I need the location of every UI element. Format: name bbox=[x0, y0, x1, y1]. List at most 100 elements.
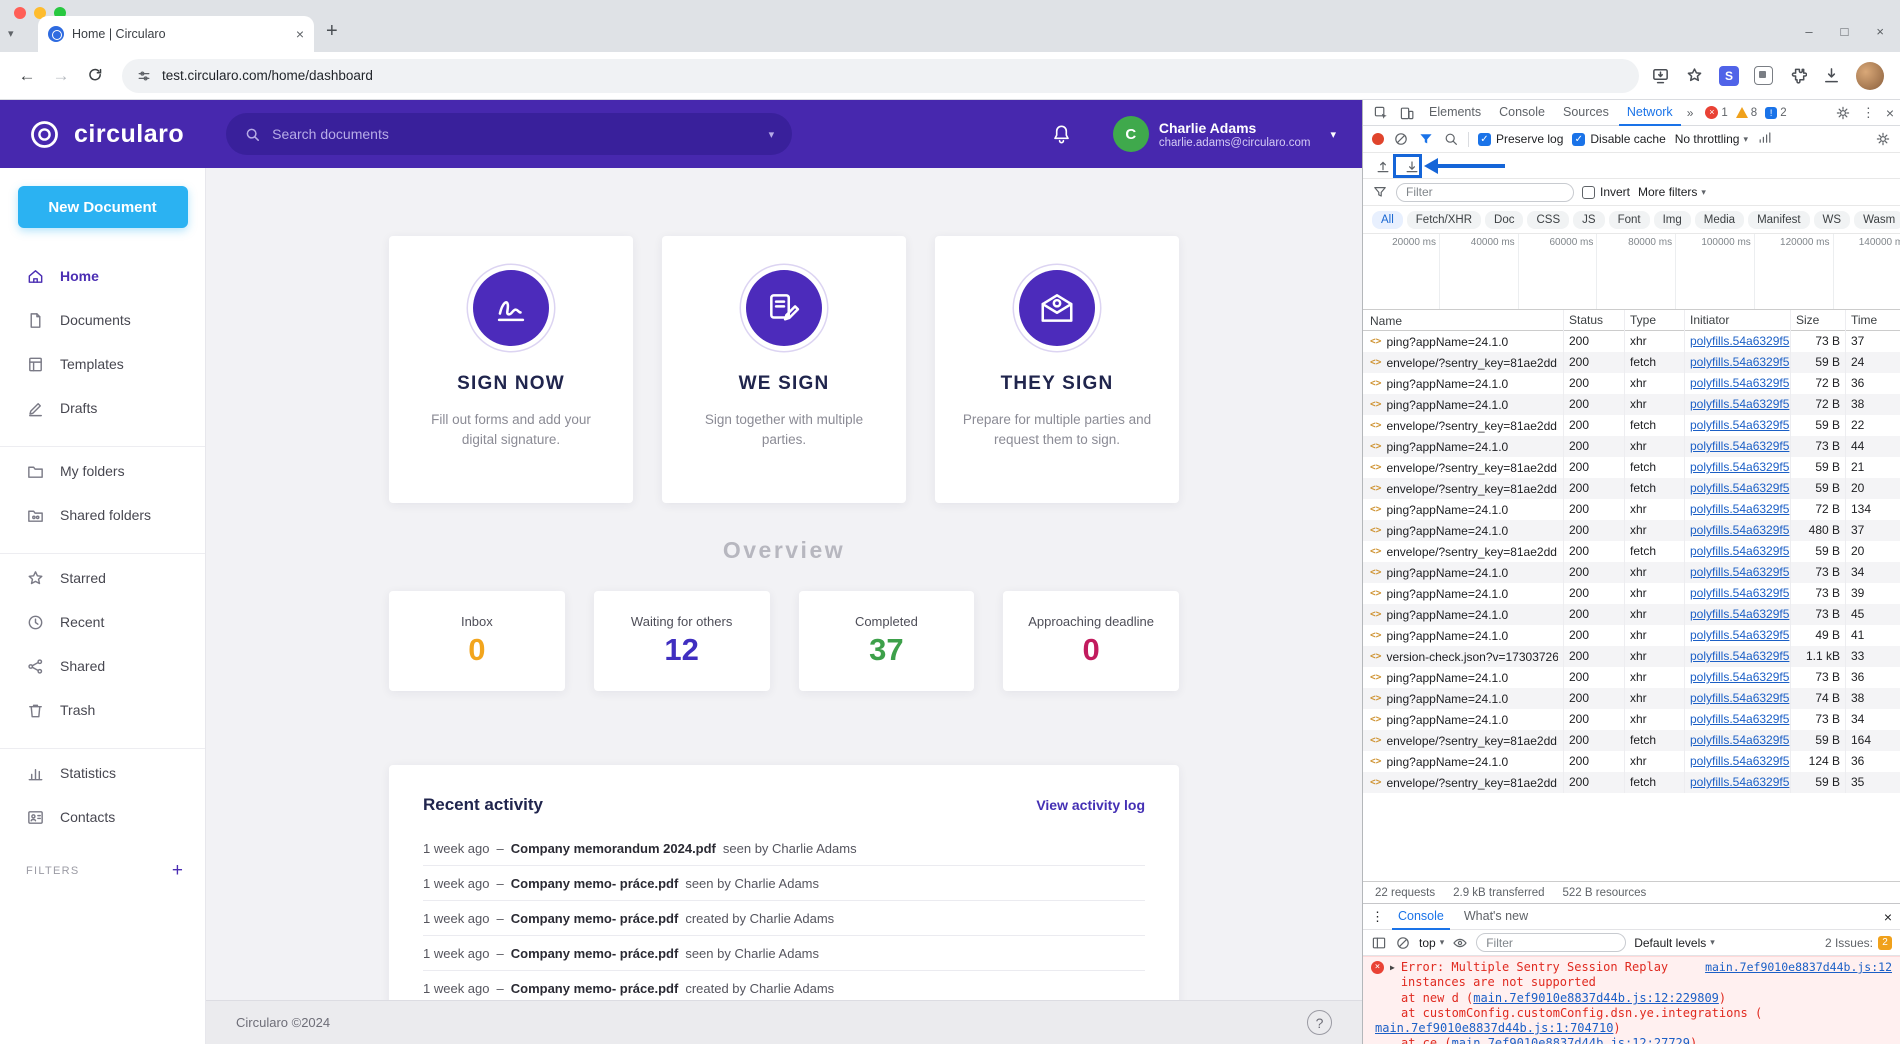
sidebar-item-my-folders[interactable]: My folders bbox=[0, 449, 205, 493]
initiator-link[interactable]: polyfills.54a6329f5 bbox=[1690, 712, 1789, 726]
filter-pill-all[interactable]: All bbox=[1372, 211, 1403, 229]
network-request-row[interactable]: <>ping?appName=24.1.0 200 xhr polyfills.… bbox=[1363, 583, 1900, 604]
activity-row[interactable]: 1 week ago – Company memo- práce.pdf see… bbox=[423, 866, 1145, 901]
initiator-link[interactable]: polyfills.54a6329f5 bbox=[1690, 502, 1789, 516]
stat-card-completed[interactable]: Completed 37 bbox=[799, 591, 975, 691]
filter-pill-media[interactable]: Media bbox=[1695, 211, 1744, 229]
initiator-link[interactable]: polyfills.54a6329f5 bbox=[1690, 628, 1789, 642]
profile-avatar[interactable] bbox=[1856, 62, 1884, 90]
network-request-row[interactable]: <>ping?appName=24.1.0 200 xhr polyfills.… bbox=[1363, 604, 1900, 625]
devtools-menu-icon[interactable]: ⋮ bbox=[1862, 105, 1875, 121]
initiator-link[interactable]: polyfills.54a6329f5 bbox=[1690, 775, 1789, 789]
live-expression-eye-icon[interactable] bbox=[1452, 935, 1468, 951]
initiator-link[interactable]: polyfills.54a6329f5 bbox=[1690, 691, 1789, 705]
filter-pill-css[interactable]: CSS bbox=[1527, 211, 1569, 229]
tab-search-chevron-icon[interactable]: ▾ bbox=[8, 27, 14, 40]
initiator-link[interactable]: polyfills.54a6329f5 bbox=[1690, 334, 1789, 348]
console-sidebar-icon[interactable] bbox=[1371, 935, 1387, 951]
window-close-button[interactable]: × bbox=[1876, 24, 1884, 39]
sidebar-item-home[interactable]: Home bbox=[0, 254, 205, 298]
window-maximize-button[interactable]: □ bbox=[1841, 24, 1849, 39]
initiator-link[interactable]: polyfills.54a6329f5 bbox=[1690, 376, 1789, 390]
devtools-tab-sources[interactable]: Sources bbox=[1555, 100, 1617, 126]
devtools-settings-gear-icon[interactable] bbox=[1835, 105, 1851, 121]
column-time[interactable]: Time bbox=[1846, 310, 1900, 331]
filter-pill-ws[interactable]: WS bbox=[1814, 211, 1851, 229]
sidebar-item-templates[interactable]: Templates bbox=[0, 342, 205, 386]
sign-card-they-sign[interactable]: THEY SIGN Prepare for multiple parties a… bbox=[935, 236, 1179, 503]
initiator-link[interactable]: polyfills.54a6329f5 bbox=[1690, 670, 1789, 684]
sidebar-item-drafts[interactable]: Drafts bbox=[0, 386, 205, 430]
initiator-link[interactable]: polyfills.54a6329f5 bbox=[1690, 481, 1789, 495]
activity-row[interactable]: 1 week ago – Company memorandum 2024.pdf… bbox=[423, 831, 1145, 866]
drawer-close-icon[interactable]: × bbox=[1884, 909, 1892, 925]
more-filters-dropdown[interactable]: More filters▾ bbox=[1638, 185, 1706, 199]
view-activity-log-link[interactable]: View activity log bbox=[1036, 797, 1145, 813]
install-app-icon[interactable] bbox=[1651, 66, 1670, 85]
preserve-log-checkbox[interactable]: ✓Preserve log bbox=[1478, 132, 1563, 146]
log-levels-dropdown[interactable]: Default levels▾ bbox=[1634, 936, 1715, 950]
initiator-link[interactable]: polyfills.54a6329f5 bbox=[1690, 754, 1789, 768]
sign-card-we-sign[interactable]: WE SIGN Sign together with multiple part… bbox=[662, 236, 906, 503]
more-tabs-icon[interactable]: » bbox=[1683, 106, 1698, 120]
stat-card-inbox[interactable]: Inbox 0 bbox=[389, 591, 565, 691]
sidebar-item-statistics[interactable]: Statistics bbox=[0, 751, 205, 795]
site-settings-icon[interactable] bbox=[136, 68, 152, 84]
filter-pill-js[interactable]: JS bbox=[1573, 211, 1604, 229]
network-conditions-icon[interactable] bbox=[1757, 131, 1773, 147]
stack-frame-link[interactable]: main.7ef9010e8837d44b.js:12:229809 bbox=[1473, 991, 1719, 1005]
forward-button[interactable]: → bbox=[46, 61, 76, 91]
record-network-log-button[interactable] bbox=[1372, 133, 1384, 145]
sign-card-sign-now[interactable]: SIGN NOW Fill out forms and add your dig… bbox=[389, 236, 633, 503]
filter-pill-manifest[interactable]: Manifest bbox=[1748, 211, 1809, 229]
device-toolbar-icon[interactable] bbox=[1395, 102, 1419, 124]
network-request-row[interactable]: <>envelope/?sentry_key=81ae2dd... 200 fe… bbox=[1363, 352, 1900, 373]
document-search-bar[interactable]: Search documents ▾ bbox=[226, 113, 792, 155]
issues-badge-top[interactable]: !2 bbox=[1765, 107, 1786, 119]
sidebar-item-documents[interactable]: Documents bbox=[0, 298, 205, 342]
extension-s-icon[interactable]: S bbox=[1719, 66, 1739, 86]
issues-counter[interactable]: 2 Issues: 2 bbox=[1825, 936, 1892, 950]
circularo-logo[interactable]: circularo bbox=[26, 116, 184, 153]
network-request-row[interactable]: <>envelope/?sentry_key=81ae2dd... 200 fe… bbox=[1363, 415, 1900, 436]
network-request-row[interactable]: <>ping?appName=24.1.0 200 xhr polyfills.… bbox=[1363, 499, 1900, 520]
export-har-icon[interactable] bbox=[1401, 156, 1423, 176]
activity-row[interactable]: 1 week ago – Company memo- práce.pdf cre… bbox=[423, 901, 1145, 936]
inspect-element-icon[interactable] bbox=[1369, 102, 1393, 124]
stat-card-waiting-for-others[interactable]: Waiting for others 12 bbox=[594, 591, 770, 691]
filter-pill-fetch-xhr[interactable]: Fetch/XHR bbox=[1407, 211, 1481, 229]
initiator-link[interactable]: polyfills.54a6329f5 bbox=[1690, 418, 1789, 432]
drawer-tab-whats-new[interactable]: What's new bbox=[1458, 903, 1534, 930]
console-filter-input[interactable] bbox=[1476, 933, 1626, 952]
expand-triangle-icon[interactable]: ▶ bbox=[1390, 963, 1395, 972]
drawer-menu-icon[interactable]: ⋮ bbox=[1371, 909, 1384, 925]
sidebar-item-shared[interactable]: Shared bbox=[0, 644, 205, 688]
stat-card-approaching-deadline[interactable]: Approaching deadline 0 bbox=[1003, 591, 1179, 691]
initiator-link[interactable]: polyfills.54a6329f5 bbox=[1690, 586, 1789, 600]
error-badge[interactable]: ×1 bbox=[1705, 106, 1727, 119]
user-menu[interactable]: C Charlie Adams charlie.adams@circularo.… bbox=[1113, 116, 1336, 152]
network-request-row[interactable]: <>ping?appName=24.1.0 200 xhr polyfills.… bbox=[1363, 562, 1900, 583]
bookmark-star-icon[interactable] bbox=[1685, 66, 1704, 85]
stack-frame-link[interactable]: main.7ef9010e8837d44b.js:1:704710 bbox=[1375, 1021, 1613, 1035]
column-initiator[interactable]: Initiator bbox=[1685, 310, 1791, 331]
network-timeline[interactable]: 20000 ms40000 ms60000 ms80000 ms100000 m… bbox=[1363, 234, 1900, 310]
downloads-icon[interactable] bbox=[1822, 66, 1841, 85]
column-type[interactable]: Type bbox=[1625, 310, 1685, 331]
import-har-icon[interactable] bbox=[1372, 156, 1394, 176]
throttling-dropdown[interactable]: No throttling▾ bbox=[1675, 132, 1748, 146]
warning-badge[interactable]: 8 bbox=[1736, 107, 1757, 119]
back-button[interactable]: ← bbox=[12, 61, 42, 91]
invert-checkbox[interactable]: Invert bbox=[1582, 185, 1630, 199]
network-request-row[interactable]: <>ping?appName=24.1.0 200 xhr polyfills.… bbox=[1363, 709, 1900, 730]
initiator-link[interactable]: polyfills.54a6329f5 bbox=[1690, 733, 1789, 747]
new-tab-button[interactable]: + bbox=[326, 20, 338, 43]
network-request-row[interactable]: <>envelope/?sentry_key=81ae2dd... 200 fe… bbox=[1363, 457, 1900, 478]
disable-cache-checkbox[interactable]: ✓Disable cache bbox=[1572, 132, 1665, 146]
initiator-link[interactable]: polyfills.54a6329f5 bbox=[1690, 649, 1789, 663]
column-size[interactable]: Size bbox=[1791, 310, 1846, 331]
devtools-tab-console[interactable]: Console bbox=[1491, 100, 1553, 126]
network-request-row[interactable]: <>ping?appName=24.1.0 200 xhr polyfills.… bbox=[1363, 331, 1900, 352]
network-request-row[interactable]: <>ping?appName=24.1.0 200 xhr polyfills.… bbox=[1363, 667, 1900, 688]
network-settings-gear-icon[interactable] bbox=[1875, 131, 1891, 147]
